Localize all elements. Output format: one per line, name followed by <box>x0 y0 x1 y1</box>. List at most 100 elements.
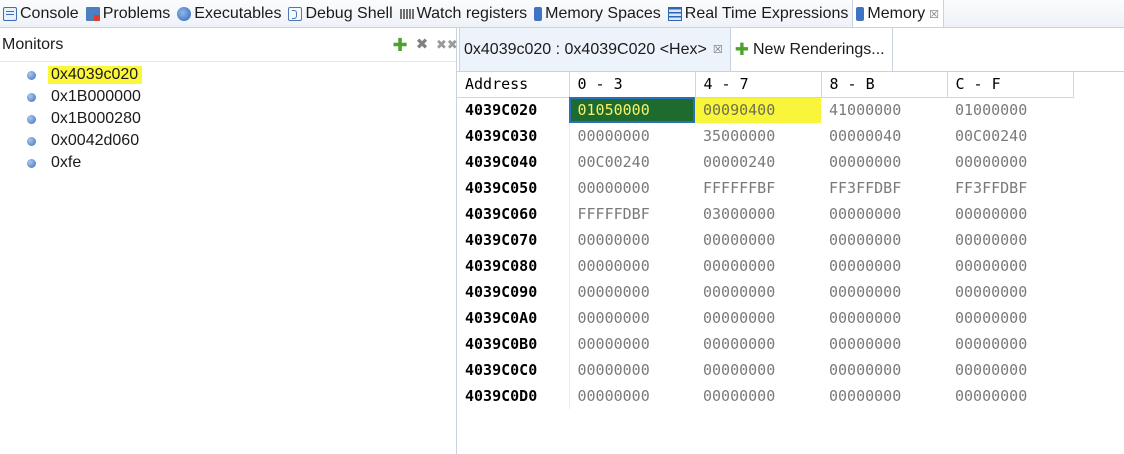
close-icon[interactable]: ☒ <box>713 43 723 56</box>
memory-icon <box>856 7 865 21</box>
memory-cell[interactable]: FFFFFDBF <box>569 201 695 227</box>
memory-cell[interactable]: 00000000 <box>821 357 947 383</box>
problems-icon <box>85 6 100 21</box>
monitor-item[interactable]: 0xfe <box>0 152 456 174</box>
memory-cell[interactable]: 00000000 <box>821 227 947 253</box>
column-header-0-3[interactable]: 0 - 3 <box>569 72 696 98</box>
memory-table-body: 4039C020 01050000 00090400 41000000 01000000… <box>457 97 1073 409</box>
row-address: 4039C070 <box>457 227 570 253</box>
memory-cell[interactable]: 00000000 <box>695 279 821 305</box>
hex-rendering-label: 0x4039c020 : 0x4039C020 <Hex> <box>464 40 707 58</box>
memory-cell[interactable]: 00000000 <box>947 279 1073 305</box>
memory-cell[interactable]: 00000000 <box>569 253 695 279</box>
monitors-toolbar: ✚ ✖ ✖✖ <box>392 36 458 54</box>
tab-executables[interactable]: Executables <box>174 0 285 27</box>
tab-console[interactable]: Console <box>0 0 83 27</box>
tab-debug-shell[interactable]: Debug Shell <box>285 0 396 27</box>
memory-cell[interactable]: FFFFFFBF <box>695 175 821 201</box>
monitor-bullet-icon <box>27 92 36 102</box>
monitor-bullet-icon <box>27 158 36 168</box>
memory-cell[interactable]: 35000000 <box>695 123 821 149</box>
memory-cell[interactable]: 00000000 <box>569 123 695 149</box>
tab-memory-spaces[interactable]: Memory Spaces <box>531 0 665 27</box>
memory-cell[interactable]: 01000000 <box>947 97 1073 123</box>
close-icon[interactable]: ☒ <box>929 8 939 21</box>
memory-cell[interactable]: 00000000 <box>569 175 695 201</box>
view-tab-bar: Console Problems Executables Debug Shell… <box>0 0 1124 28</box>
memory-cell[interactable]: FF3FFDBF <box>821 175 947 201</box>
monitor-item[interactable]: 0x1B000280 <box>0 108 456 130</box>
memory-cell[interactable]: 00000000 <box>695 227 821 253</box>
add-monitor-icon[interactable]: ✚ <box>392 36 408 54</box>
memory-cell[interactable]: 00000000 <box>695 253 821 279</box>
monitor-item[interactable]: 0x4039c020 <box>0 64 456 86</box>
memory-cell[interactable]: 00000000 <box>821 201 947 227</box>
column-header-address[interactable]: Address <box>457 72 570 98</box>
monitor-bullet-icon <box>27 70 36 80</box>
table-row: 4039C060 FFFFFDBF 03000000 00000000 00000000 <box>457 201 1073 227</box>
memory-cell[interactable]: 00000000 <box>695 357 821 383</box>
memory-cell[interactable]: 00000000 <box>947 357 1073 383</box>
memory-cell[interactable]: 00000240 <box>695 149 821 175</box>
row-address: 4039C060 <box>457 201 570 227</box>
monitor-item[interactable]: 0x1B000000 <box>0 86 456 108</box>
memory-cell[interactable]: 00000000 <box>947 331 1073 357</box>
memory-cell[interactable]: 00000000 <box>821 383 947 409</box>
tab-problems[interactable]: Problems <box>83 0 175 27</box>
memory-cell[interactable]: 03000000 <box>695 201 821 227</box>
memory-cell[interactable]: 00000000 <box>947 253 1073 279</box>
row-address: 4039C080 <box>457 253 570 279</box>
memory-cell[interactable]: 00000000 <box>821 279 947 305</box>
row-address: 4039C040 <box>457 149 570 175</box>
memory-cell[interactable]: 00000000 <box>695 305 821 331</box>
remove-monitor-icon[interactable]: ✖ <box>414 37 430 52</box>
memory-cell[interactable]: 01050000 <box>569 97 695 123</box>
remove-all-monitors-icon[interactable]: ✖✖ <box>436 38 458 51</box>
monitor-item[interactable]: 0x0042d060 <box>0 130 456 152</box>
column-header-c-f[interactable]: C - F <box>947 72 1074 98</box>
memory-cell[interactable]: 00000000 <box>821 149 947 175</box>
watch-registers-icon <box>399 9 414 19</box>
memory-cell[interactable]: 00000000 <box>569 227 695 253</box>
memory-cell[interactable]: 00000000 <box>569 383 695 409</box>
column-header-8-b[interactable]: 8 - B <box>821 72 948 98</box>
memory-cell[interactable]: 00000000 <box>821 253 947 279</box>
column-header-4-7[interactable]: 4 - 7 <box>695 72 822 98</box>
tab-problems-label: Problems <box>102 4 171 22</box>
rendering-tab-bar: 0x4039c020 : 0x4039C020 <Hex> ☒ ✚ New Re… <box>457 27 1124 72</box>
memory-cell[interactable]: 41000000 <box>821 97 947 123</box>
memory-cell[interactable]: 00000000 <box>695 331 821 357</box>
memory-cell[interactable]: 00C00240 <box>569 149 695 175</box>
row-address: 4039C0B0 <box>457 331 570 357</box>
memory-cell[interactable]: 00C00240 <box>947 123 1073 149</box>
memory-cell[interactable]: 00000000 <box>569 305 695 331</box>
memory-cell[interactable]: 00090400 <box>695 97 821 123</box>
memory-cell[interactable]: 00000000 <box>569 357 695 383</box>
memory-cell[interactable]: 00000000 <box>569 279 695 305</box>
executables-icon <box>177 6 192 21</box>
table-row: 4039C0D0 00000000 00000000 00000000 00000000 <box>457 383 1073 409</box>
table-row: 4039C090 00000000 00000000 00000000 00000000 <box>457 279 1073 305</box>
memory-cell[interactable]: 00000000 <box>821 305 947 331</box>
memory-table: Address 0 - 3 4 - 7 8 - B C - F 4039C020… <box>457 72 1074 409</box>
tab-watch-registers[interactable]: Watch registers <box>397 0 532 27</box>
tab-hex-rendering[interactable]: 0x4039c020 : 0x4039C020 <Hex> ☒ <box>459 27 731 71</box>
memory-cell[interactable]: 00000000 <box>947 201 1073 227</box>
row-address: 4039C050 <box>457 175 570 201</box>
tab-real-time-expressions[interactable]: Real Time Expressions <box>665 0 853 27</box>
memory-cell[interactable]: 00000040 <box>821 123 947 149</box>
memory-cell[interactable]: 00000000 <box>569 331 695 357</box>
tab-debug-shell-label: Debug Shell <box>305 4 393 22</box>
memory-cell[interactable]: 00000000 <box>695 383 821 409</box>
monitor-bullet-icon <box>27 136 36 146</box>
memory-cell[interactable]: 00000000 <box>947 227 1073 253</box>
tab-console-label: Console <box>20 4 79 22</box>
memory-cell[interactable]: 00000000 <box>947 305 1073 331</box>
table-row: 4039C040 00C00240 00000240 00000000 00000000 <box>457 149 1073 175</box>
tab-memory[interactable]: Memory ☒ <box>852 0 945 27</box>
new-renderings-button[interactable]: ✚ New Renderings... <box>730 27 893 71</box>
memory-cell[interactable]: 00000000 <box>947 383 1073 409</box>
memory-cell[interactable]: 00000000 <box>821 331 947 357</box>
memory-cell[interactable]: 00000000 <box>947 149 1073 175</box>
memory-cell[interactable]: FF3FFDBF <box>947 175 1073 201</box>
